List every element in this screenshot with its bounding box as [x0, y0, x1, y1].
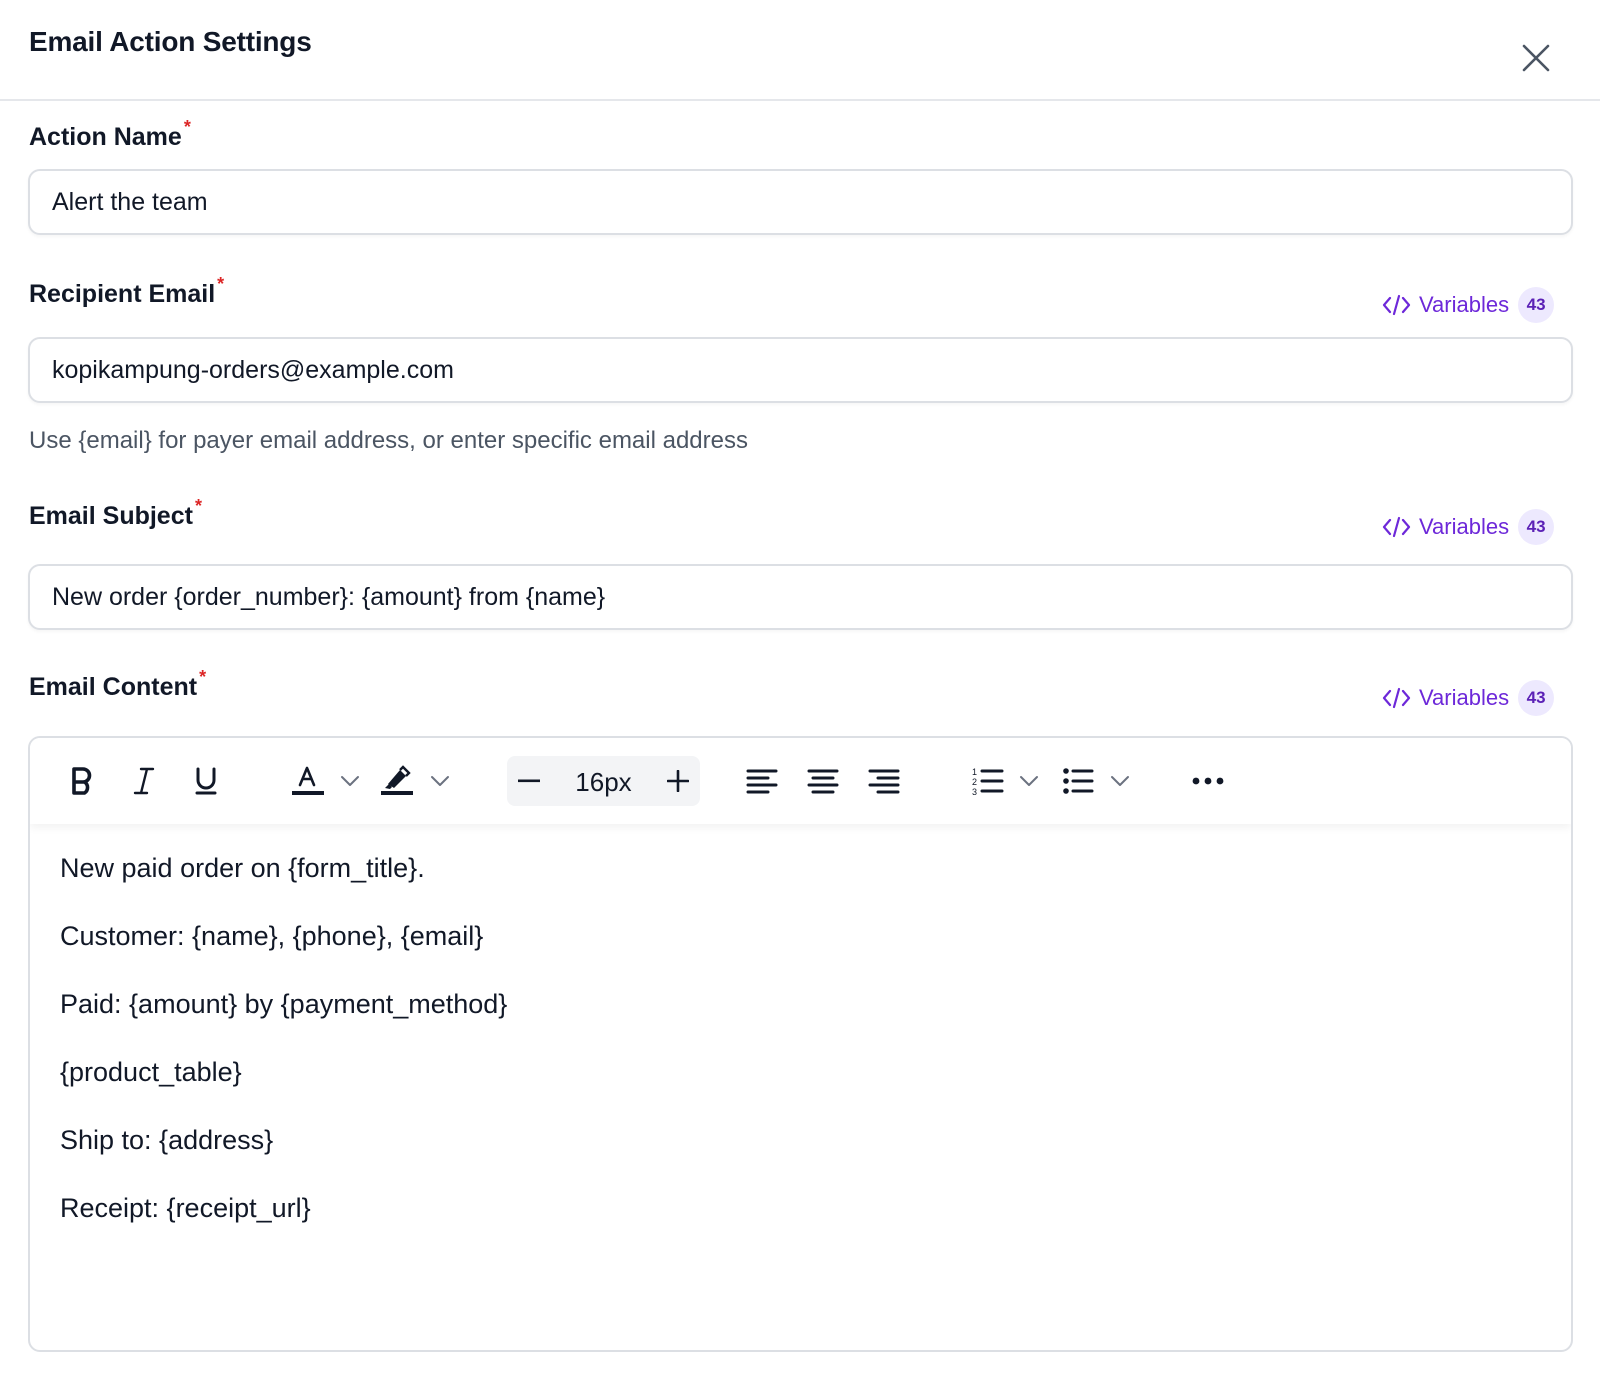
required-mark: * — [183, 117, 191, 137]
required-mark: * — [217, 274, 225, 294]
minus-icon — [518, 779, 540, 783]
code-icon — [1382, 294, 1411, 316]
required-mark: * — [194, 496, 202, 516]
font-size-decrease-button[interactable] — [507, 756, 551, 806]
subject-variables-button[interactable]: Variables 43 — [1382, 509, 1555, 545]
email-content-editor: 16px 123 New paid order on {form_title}.… — [28, 736, 1573, 1352]
bullet-list-icon[interactable] — [1058, 759, 1098, 803]
align-left-icon[interactable] — [742, 759, 782, 803]
content-variables-button[interactable]: Variables 43 — [1382, 680, 1555, 716]
chevron-down-icon[interactable] — [336, 759, 364, 803]
italic-icon[interactable] — [122, 759, 166, 803]
content-line: Receipt: {receipt_url} — [60, 1193, 311, 1223]
svg-text:1: 1 — [972, 767, 977, 777]
close-icon[interactable] — [1518, 40, 1554, 76]
chevron-down-icon[interactable] — [426, 759, 454, 803]
code-icon — [1382, 516, 1411, 538]
font-size-increase-button[interactable] — [656, 756, 700, 806]
variables-label: Variables — [1419, 685, 1510, 710]
font-size-value[interactable]: 16px — [551, 756, 656, 808]
required-mark: * — [199, 667, 207, 687]
svg-text:3: 3 — [972, 787, 977, 796]
dialog-title: Email Action Settings — [29, 26, 312, 57]
content-line: Customer: {name}, {phone}, {email} — [60, 921, 484, 951]
variables-count-badge: 43 — [1518, 680, 1555, 716]
more-options-icon[interactable] — [1186, 759, 1230, 803]
ordered-list-icon[interactable]: 123 — [968, 759, 1008, 803]
email-subject-input[interactable]: New order {order_number}: {amount} from … — [28, 564, 1573, 630]
content-line: Paid: {amount} by {payment_method} — [60, 989, 508, 1019]
variables-label: Variables — [1419, 514, 1510, 539]
recipient-email-input[interactable]: kopikampung-orders@example.com — [28, 337, 1573, 403]
variables-label: Variables — [1419, 292, 1510, 317]
editor-toolbar: 16px 123 — [30, 738, 1571, 824]
variables-count-badge: 43 — [1518, 287, 1555, 323]
dialog-header: Email Action Settings — [0, 0, 1600, 101]
code-icon — [1382, 687, 1411, 709]
plus-icon — [667, 770, 689, 792]
content-line: Ship to: {address} — [60, 1125, 274, 1155]
align-center-icon[interactable] — [803, 759, 843, 803]
content-line: {product_table} — [60, 1057, 242, 1087]
chevron-down-icon[interactable] — [1106, 759, 1134, 803]
editor-content[interactable]: New paid order on {form_title}. Customer… — [60, 848, 1530, 1256]
variables-count-badge: 43 — [1518, 509, 1555, 545]
recipient-email-label: Recipient Email * — [29, 274, 225, 308]
underline-icon[interactable] — [184, 759, 228, 803]
text-color-icon[interactable] — [288, 759, 328, 803]
bold-icon[interactable] — [60, 759, 104, 803]
svg-text:2: 2 — [972, 777, 977, 787]
recipient-variables-button[interactable]: Variables 43 — [1382, 287, 1555, 323]
align-right-icon[interactable] — [864, 759, 904, 803]
highlight-icon[interactable] — [377, 759, 417, 803]
font-size-control: 16px — [507, 756, 700, 806]
action-name-label: Action Name * — [29, 117, 191, 151]
chevron-down-icon[interactable] — [1015, 759, 1043, 803]
action-name-input[interactable]: Alert the team — [28, 169, 1573, 235]
recipient-email-help: Use {email} for payer email address, or … — [29, 427, 748, 454]
content-line: New paid order on {form_title}. — [60, 853, 425, 883]
email-subject-label: Email Subject * — [29, 496, 202, 530]
email-content-label: Email Content * — [29, 667, 207, 701]
